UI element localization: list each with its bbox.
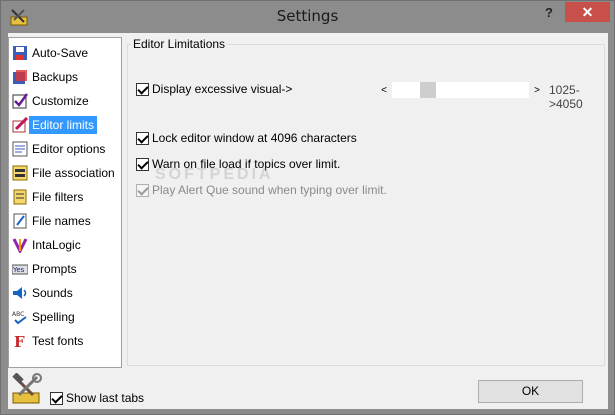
backup-icon (11, 68, 29, 86)
sidebar-item-label: Editor options (32, 142, 106, 156)
title-bar[interactable]: Settings ? ✕ (1, 1, 614, 33)
checkmark-icon (11, 92, 29, 110)
editor-options-icon (11, 140, 29, 158)
lock-editor-checkbox[interactable] (136, 131, 149, 145)
svg-text:F: F (14, 333, 25, 349)
editor-limits-panel: Editor Limitations Display excessive vis… (125, 37, 608, 368)
ok-button[interactable]: OK (478, 380, 583, 403)
display-visual-checkbox[interactable] (136, 82, 149, 96)
slider-thumb[interactable] (420, 82, 436, 98)
window-title: Settings (276, 7, 339, 25)
sidebar-item-label: Prompts (32, 262, 77, 276)
sidebar-item-editor-limits[interactable]: Editor limits (11, 114, 121, 136)
show-last-tabs-label: Show last tabs (66, 391, 145, 405)
hammer-wrench-icon (12, 373, 42, 404)
play-alert-checkbox-row: Play Alert Que sound when typing over li… (136, 183, 387, 197)
display-visual-checkbox-row[interactable]: Display excessive visual-> (136, 82, 292, 96)
slider-right-arrow[interactable]: > (531, 85, 543, 96)
display-visual-label: Display excessive visual-> (152, 82, 293, 96)
settings-sidebar: Auto-Save Backups Customize Editor limit… (8, 37, 122, 368)
play-alert-checkbox (136, 183, 149, 197)
sidebar-item-label: File names (32, 214, 91, 228)
slider-left-arrow[interactable]: < (378, 85, 390, 96)
sidebar-item-file-filters[interactable]: File filters (11, 186, 121, 208)
sidebar-item-customize[interactable]: Customize (11, 90, 121, 112)
client-area: Auto-Save Backups Customize Editor limit… (8, 33, 608, 409)
sidebar-item-label: Test fonts (32, 334, 84, 348)
visual-limit-slider[interactable]: < > (378, 82, 543, 98)
group-title: Editor Limitations (131, 37, 228, 51)
slider-track[interactable] (392, 82, 529, 98)
play-alert-label: Play Alert Que sound when typing over li… (152, 183, 387, 197)
floppy-save-icon (11, 44, 29, 62)
sidebar-item-file-names[interactable]: File names (11, 210, 121, 232)
prompts-icon: Yes (11, 260, 29, 278)
sidebar-item-editor-options[interactable]: Editor options (11, 138, 121, 160)
sidebar-item-intalogic[interactable]: IntaLogic (11, 234, 121, 256)
sidebar-item-backups[interactable]: Backups (11, 66, 121, 88)
settings-window: Settings ? ✕ Auto-Save Backups Customize… (0, 0, 615, 415)
sidebar-item-label: Editor limits (29, 116, 98, 134)
sidebar-item-label: File association (32, 166, 115, 180)
font-icon: F (11, 332, 29, 350)
intalogic-icon (11, 236, 29, 254)
sidebar-item-label: Sounds (32, 286, 73, 300)
sidebar-item-prompts[interactable]: Yes Prompts (11, 258, 121, 280)
show-last-tabs-checkbox[interactable] (50, 391, 63, 405)
slider-value-text: 1025->4050 (549, 83, 583, 111)
lock-editor-label: Lock editor window at 4096 characters (152, 131, 357, 145)
show-last-tabs-row[interactable]: Show last tabs (50, 391, 144, 405)
file-association-icon (11, 164, 29, 182)
help-button[interactable]: ? (539, 3, 559, 23)
lock-editor-checkbox-row[interactable]: Lock editor window at 4096 characters (136, 131, 357, 145)
file-filter-icon (11, 188, 29, 206)
softpedia-watermark: SOFTPEDIA (155, 166, 274, 183)
sidebar-item-label: Customize (32, 94, 89, 108)
file-names-icon (11, 212, 29, 230)
sidebar-item-test-fonts[interactable]: F Test fonts (11, 330, 121, 352)
sidebar-item-label: IntaLogic (32, 238, 81, 252)
warn-file-load-checkbox[interactable] (136, 157, 149, 171)
close-button[interactable]: ✕ (565, 2, 610, 22)
sidebar-item-label: Backups (32, 70, 79, 84)
svg-text:Yes: Yes (12, 266, 25, 274)
sidebar-item-sounds[interactable]: Sounds (11, 282, 121, 304)
pencil-limit-icon (11, 116, 29, 134)
sidebar-item-auto-save[interactable]: Auto-Save (11, 42, 121, 64)
sidebar-item-label: File filters (32, 190, 84, 204)
sidebar-item-label: Spelling (32, 310, 75, 324)
sidebar-item-spelling[interactable]: ABC Spelling (11, 306, 121, 328)
spelling-icon: ABC (11, 308, 29, 326)
speaker-icon (11, 284, 29, 302)
svg-text:ABC: ABC (12, 311, 24, 318)
sidebar-item-label: Auto-Save (32, 46, 89, 60)
sidebar-item-file-association[interactable]: File association (11, 162, 121, 184)
